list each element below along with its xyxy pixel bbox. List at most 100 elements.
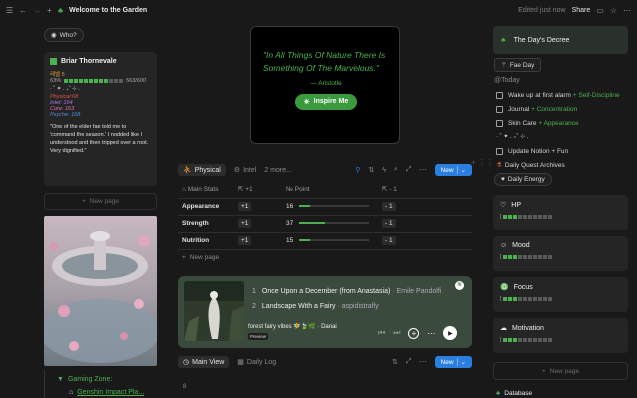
checkbox[interactable] — [496, 147, 503, 155]
table-row[interactable]: Strength +1 37 - 1 — [178, 215, 472, 233]
more-icon[interactable]: ⋯ — [623, 6, 631, 15]
add-circle-icon[interactable]: + — [408, 327, 420, 339]
col-plus[interactable]: ⇱ +1 — [234, 181, 282, 199]
gaming-zone-block: ▼ Gaming Zone: ⌂ Genshin Impact Pla... — [44, 370, 157, 398]
chat-icon: ☁ — [500, 325, 507, 332]
today-label: @Today — [494, 77, 520, 84]
tab-intel[interactable]: ⚙ Intel — [233, 166, 257, 175]
inspire-me-button[interactable]: ✳ Inspire Me — [294, 93, 358, 110]
expand-icon[interactable]: ⤢ — [406, 166, 412, 174]
gaming-zone-label: Gaming Zone: — [67, 376, 113, 383]
plus-icon: + — [81, 198, 86, 205]
tab-physical[interactable]: ⛹ Physical — [178, 164, 226, 176]
sort-icon[interactable]: ⇅ — [392, 358, 398, 366]
spotify-icon[interactable]: ≋ — [455, 281, 464, 290]
profile-divider: · ˚ ✦ . ₊˚ ⊹ . — [50, 86, 80, 92]
track-item[interactable]: 1 Once Upon a December (from Anastasia) … — [252, 284, 452, 299]
gaming-item-link[interactable]: Genshin Impact Pla... — [77, 389, 144, 396]
minus-button[interactable]: - 1 — [382, 236, 396, 245]
sidebar-toggle-icon[interactable]: ☰ — [6, 6, 13, 15]
add-icon[interactable]: + — [47, 6, 52, 15]
next-icon[interactable]: ⏭ — [393, 328, 400, 338]
col-main-stats[interactable]: ⌂ Main Stats — [178, 181, 234, 199]
left-new-page-button[interactable]: + New page — [44, 193, 157, 210]
plus-button-cell[interactable]: +1 — [234, 198, 282, 216]
right-new-page-button[interactable]: + New page — [493, 362, 628, 380]
profile-card[interactable]: Briar Thornevale 레벨 5 63% 563/600 · ˚ ✦ … — [44, 52, 157, 186]
task-item[interactable]: Journal + Concentration — [496, 102, 631, 116]
plus-button[interactable]: +1 — [238, 219, 252, 228]
table-row[interactable]: Appearance +1 16 - 1 — [178, 198, 472, 216]
preview-badge: Preview — [248, 333, 269, 340]
stats-tabbar: ⛹ Physical ⚙ Intel 2 more... ⚲ ⇅ ϟ ⌕ ⤢ ⋯… — [178, 162, 472, 178]
energy-card-focus[interactable]: ♎ Focus [ — [493, 277, 628, 312]
energy-bracket: [ — [500, 254, 502, 260]
gear-icon: ⚙ — [233, 167, 241, 174]
stat-name: Appearance — [178, 198, 234, 216]
task-item[interactable]: Update Notion + Fun — [496, 144, 631, 158]
bottom-new-button[interactable]: New ⌄ — [434, 356, 472, 368]
col-minus[interactable]: ⇱ - 1 — [378, 181, 472, 199]
tab-main-view[interactable]: ◷ Main View — [178, 356, 230, 368]
table-row[interactable]: Nutrition +1 15 - 1 — [178, 232, 472, 250]
stats-new-page-button[interactable]: + New page — [182, 254, 219, 261]
forward-arrow-icon[interactable]: → — [33, 6, 41, 15]
plus-button-cell[interactable]: +1 — [234, 232, 282, 250]
minus-button-cell[interactable]: - 1 — [378, 232, 472, 250]
inspire-me-label: Inspire Me — [313, 98, 349, 105]
minus-button-cell[interactable]: - 1 — [378, 215, 472, 233]
share-button[interactable]: Share — [572, 7, 591, 14]
fae-day-pill[interactable]: ⚚ Fae Day — [494, 58, 542, 72]
track-number: 1 — [252, 288, 256, 295]
checkbox[interactable] — [496, 119, 503, 127]
plus-button[interactable]: +1 — [238, 236, 252, 245]
profile-quote: "One of the elder fae told me to 'comman… — [50, 124, 149, 154]
minus-button[interactable]: - 1 — [382, 202, 396, 211]
previous-icon[interactable]: ⏮ — [378, 328, 385, 338]
energy-card-mood[interactable]: ☺ Mood [ — [493, 236, 628, 271]
plus-button-cell[interactable]: +1 — [234, 215, 282, 233]
cursor-icon: ⇱ — [238, 186, 244, 194]
tab-more[interactable]: 2 more... — [264, 167, 292, 174]
potion-icon: ⚗ — [496, 162, 502, 169]
wand-icon: ⚚ — [501, 62, 507, 69]
sort-icon[interactable]: ⇅ — [368, 166, 374, 174]
who-label[interactable]: ◉ Who? — [44, 28, 84, 42]
task-item[interactable]: Wake up at first alarm + Self-Discipline — [496, 88, 631, 102]
days-decree-card[interactable]: ♣ The Day's Decree — [493, 26, 628, 54]
more-options-icon[interactable]: ⋯ — [420, 166, 427, 174]
stats-new-button[interactable]: New ⌄ — [434, 164, 472, 176]
tab-daily-log[interactable]: ▦ Daily Log — [237, 358, 276, 367]
more-icon[interactable]: ⋯ — [427, 329, 435, 338]
lightning-icon[interactable]: ϟ — [382, 167, 386, 174]
comment-icon[interactable]: ▭ — [596, 6, 604, 15]
plus-button[interactable]: +1 — [238, 202, 252, 211]
table-icon: ▦ — [237, 359, 244, 366]
page-title[interactable]: Welcome to the Garden — [69, 7, 147, 14]
checkbox[interactable] — [496, 91, 503, 99]
database-link[interactable]: ♣ Database — [496, 390, 532, 397]
xp-bar — [64, 79, 124, 83]
side-drag-handles[interactable]: + ⋮⋮ — [471, 158, 494, 167]
minus-button[interactable]: - 1 — [382, 219, 396, 228]
filter-icon[interactable]: ⚲ — [355, 166, 360, 174]
energy-card-hp[interactable]: ♡ HP [ — [493, 195, 628, 230]
col-point[interactable]: № Point — [282, 181, 378, 199]
checkbox[interactable] — [496, 105, 503, 113]
quest-archives-link[interactable]: ⚗ Daily Quest Archives — [496, 158, 631, 172]
playlist-name[interactable]: forest fairy vibes 🧚🍃🌿 · Danai — [248, 323, 337, 330]
task-item[interactable]: Skin Care + Appearance — [496, 116, 631, 130]
toggle-triangle-icon[interactable]: ▼ — [57, 376, 64, 383]
search-icon[interactable]: ⌕ — [394, 166, 398, 174]
play-button[interactable]: ▶ — [443, 326, 458, 340]
tab-physical-label: Physical — [194, 166, 221, 174]
track-item[interactable]: 2 Landscape With a Fairy · aspidistrafly — [252, 299, 452, 314]
energy-card-motivation[interactable]: ☁ Motivation [ — [493, 318, 628, 353]
back-arrow-icon[interactable]: ← — [19, 6, 27, 15]
minus-button-cell[interactable]: - 1 — [378, 198, 472, 216]
favorite-icon[interactable]: ☆ — [610, 6, 617, 15]
daily-energy-pill[interactable]: ♥ Daily Energy — [494, 173, 552, 186]
more-options-icon[interactable]: ⋯ — [420, 358, 427, 366]
house-icon: ⌂ — [69, 389, 74, 396]
expand-icon[interactable]: ⤢ — [406, 358, 412, 366]
